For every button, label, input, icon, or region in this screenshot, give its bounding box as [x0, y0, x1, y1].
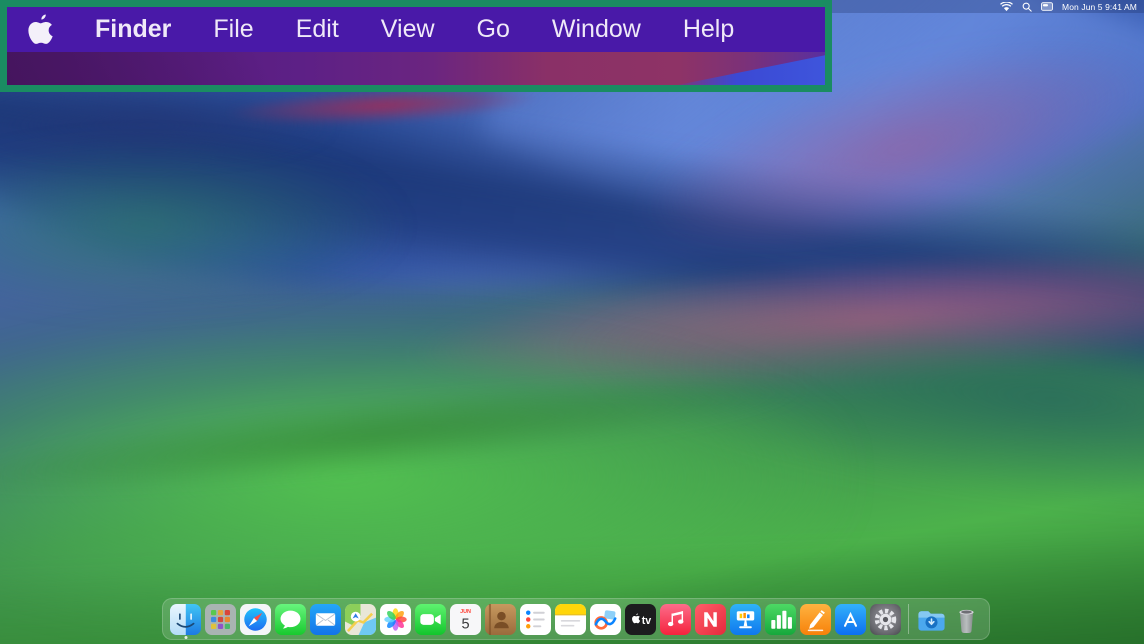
menu-bar-clock[interactable]: Mon Jun 5 9:41 AM: [1062, 2, 1137, 12]
photos-icon[interactable]: [380, 604, 411, 635]
facetime-icon[interactable]: [415, 604, 446, 635]
messages-icon[interactable]: [275, 604, 306, 635]
numbers-icon[interactable]: [765, 604, 796, 635]
news-icon[interactable]: [695, 604, 726, 635]
wallpaper-swirl: [0, 142, 400, 309]
menu-go[interactable]: Go: [477, 15, 510, 44]
calendar-icon[interactable]: JUN5: [450, 604, 481, 635]
app-store-icon[interactable]: [835, 604, 866, 635]
apple-logo-icon: [28, 13, 53, 46]
svg-text:JUN: JUN: [460, 609, 471, 615]
menu-view[interactable]: View: [381, 15, 435, 44]
notes-icon[interactable]: [555, 604, 586, 635]
wallpaper-swirl: [0, 353, 825, 517]
system-settings-icon[interactable]: [870, 604, 901, 635]
apple-tv-icon[interactable]: tv: [625, 604, 656, 635]
menu-bar-highlight-box: Finder File Edit View Go Window Help: [0, 0, 832, 92]
control-center-icon[interactable]: [1041, 2, 1053, 11]
wallpaper-swirl: [397, 225, 1144, 419]
maps-icon[interactable]: [345, 604, 376, 635]
keynote-icon[interactable]: [730, 604, 761, 635]
trash-icon[interactable]: [951, 604, 982, 635]
wallpaper-swirl: [0, 322, 847, 631]
wallpaper-swirl: [541, 244, 1144, 554]
wallpaper-swirl: [0, 87, 332, 164]
menu-finder[interactable]: Finder: [95, 15, 171, 44]
menu-help[interactable]: Help: [683, 15, 734, 44]
safari-icon[interactable]: [240, 604, 271, 635]
menu-bar: Finder File Edit View Go Window Help: [7, 7, 825, 52]
finder-icon[interactable]: [170, 604, 201, 635]
menu-window[interactable]: Window: [552, 15, 641, 44]
desktop: Mon Jun 5 9:41 AM Finder File Edit View Go Wi…: [0, 0, 1144, 644]
mail-icon[interactable]: [310, 604, 341, 635]
svg-text:5: 5: [461, 616, 469, 632]
freeform-icon[interactable]: [590, 604, 621, 635]
wifi-icon[interactable]: [1000, 2, 1013, 12]
menu-file[interactable]: File: [213, 15, 253, 44]
status-bar: Mon Jun 5 9:41 AM: [1000, 0, 1144, 13]
menu-edit[interactable]: Edit: [296, 15, 339, 44]
contacts-icon[interactable]: [485, 604, 516, 635]
reminders-icon[interactable]: [520, 604, 551, 635]
svg-text:tv: tv: [642, 614, 652, 626]
music-icon[interactable]: [660, 604, 691, 635]
dock: JUN5 tv: [162, 598, 990, 640]
launchpad-icon[interactable]: [205, 604, 236, 635]
search-icon[interactable]: [1022, 2, 1032, 12]
apple-menu[interactable]: [28, 13, 53, 46]
dock-divider: [908, 604, 909, 634]
wallpaper-zoom-strip: [7, 52, 825, 85]
pages-icon[interactable]: [800, 604, 831, 635]
downloads-folder-icon[interactable]: [916, 604, 947, 635]
